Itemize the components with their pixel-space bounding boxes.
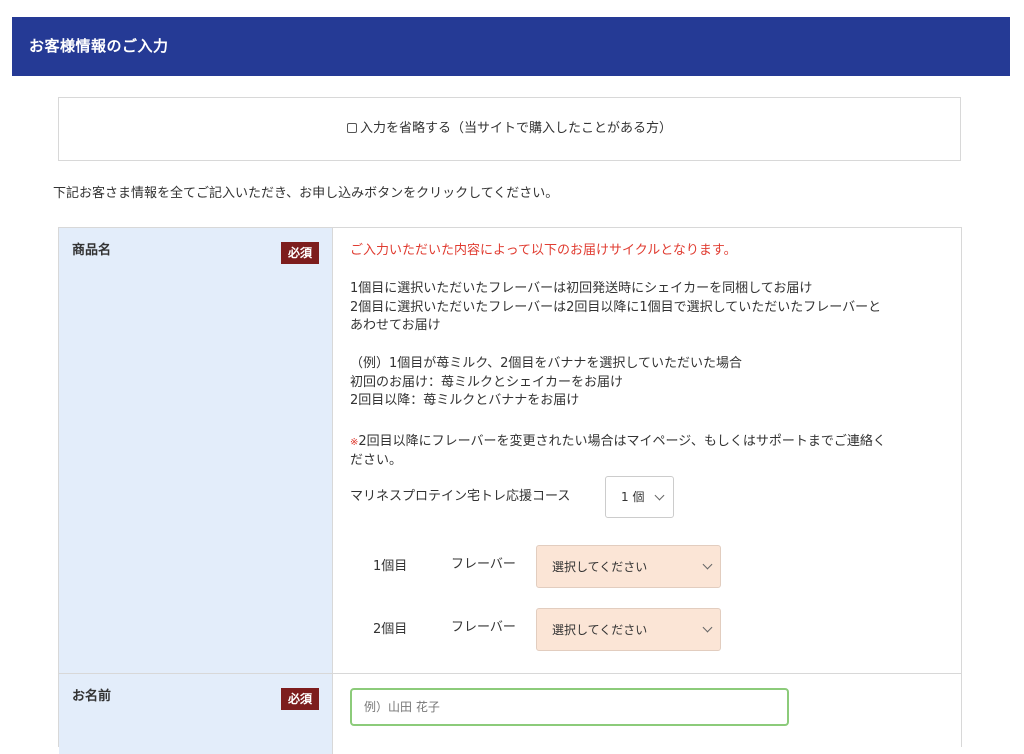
section-title: お客様情報のご入力 — [29, 37, 169, 55]
product-label: 商品名 — [72, 243, 112, 258]
item-1-label: 1個目 — [373, 559, 408, 574]
chevron-down-icon — [702, 559, 713, 570]
item-2-flavor-value: 選択してください — [552, 623, 648, 637]
example-line-2: 初回のお届け：苺ミルクとシェイカーをお届け — [350, 374, 624, 390]
customer-form-table: 商品名 必須 ご入力いただいた内容によって以下のお届けサイクルとなります。 1個… — [58, 227, 962, 754]
item-1-flavor-select[interactable]: 選択してください — [536, 545, 721, 588]
item-2-flavor-select[interactable]: 選択してください — [536, 608, 721, 651]
item-2-label: 2個目 — [373, 622, 408, 637]
chevron-down-icon — [702, 622, 713, 633]
name-value-cell — [333, 674, 961, 754]
flavor-change-note-line-2: ださい。 — [350, 452, 403, 468]
intro-text: 下記お客さま情報を全てご記入いただき、お申し込みボタンをクリックしてください。 — [53, 186, 559, 201]
quantity-select[interactable]: 1 個 — [605, 476, 674, 518]
product-label-cell: 商品名 必須 — [59, 228, 333, 673]
example-line-3: 2回目以降：苺ミルクとバナナをお届け — [350, 393, 580, 408]
quantity-value: 1 個 — [621, 490, 645, 504]
item-2-flavor-label: フレーバー — [451, 620, 516, 635]
description-line-3: あわせてお届け — [350, 318, 441, 333]
skip-input-option[interactable]: 入力を省略する（当サイトで購入したことがある方） — [59, 120, 960, 138]
delivery-cycle-notice: ご入力いただいた内容によって以下のお届けサイクルとなります。 — [350, 243, 737, 258]
description-line-2: 2個目に選択いただいたフレーバーは2回目以降に1個目で選択していただいたフレーバ… — [350, 299, 882, 315]
name-input[interactable] — [350, 688, 789, 726]
skip-checkbox-label[interactable]: 入力を省略する（当サイトで購入したことがある方） — [360, 121, 672, 136]
item-1-flavor-value: 選択してください — [552, 560, 648, 574]
required-badge: 必須 — [281, 242, 319, 264]
name-label: お名前 — [72, 689, 112, 704]
item-1-flavor-label: フレーバー — [451, 557, 516, 572]
chevron-down-icon — [654, 490, 665, 501]
note-text-1: 2回目以降にフレーバーを変更されたい場合はマイページ、もしくはサポートまでご連絡… — [358, 434, 886, 449]
skip-input-box: 入力を省略する（当サイトで購入したことがある方） — [58, 97, 961, 161]
name-row: お名前 必須 — [59, 674, 961, 754]
course-label: マリネスプロテイン宅トレ応援コース — [350, 489, 571, 504]
skip-checkbox[interactable] — [346, 123, 357, 133]
product-value-cell: ご入力いただいた内容によって以下のお届けサイクルとなります。 1個目に選択いただ… — [333, 228, 961, 673]
required-badge: 必須 — [281, 688, 319, 710]
section-header: お客様情報のご入力 — [12, 17, 1010, 76]
example-line-1: （例）1個目が苺ミルク、2個目をバナナを選択していただいた場合 — [350, 356, 742, 371]
description-line-1: 1個目に選択いただいたフレーバーは初回発送時にシェイカーを同梱してお届け — [350, 281, 813, 296]
flavor-change-note-line-1: ※2回目以降にフレーバーを変更されたい場合はマイページ、もしくはサポートまでご連… — [350, 433, 960, 453]
product-row: 商品名 必須 ご入力いただいた内容によって以下のお届けサイクルとなります。 1個… — [59, 228, 961, 674]
name-label-cell: お名前 必須 — [59, 674, 333, 754]
